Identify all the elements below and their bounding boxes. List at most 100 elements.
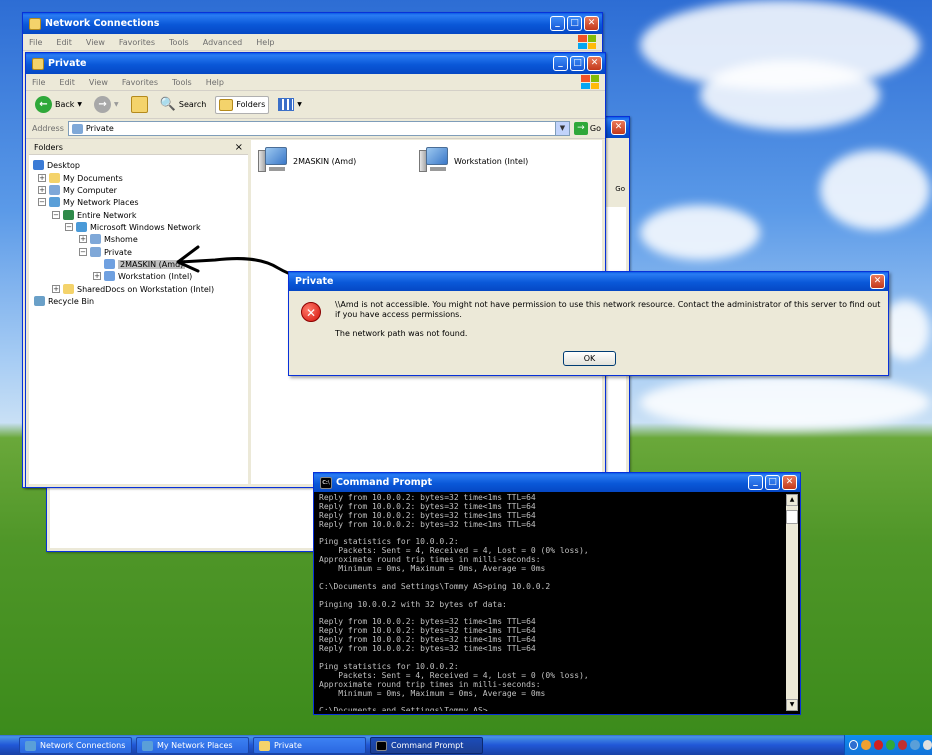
- search-button[interactable]: 🔍 Search: [157, 95, 210, 114]
- taskbar-button[interactable]: Private: [253, 737, 366, 754]
- views-button[interactable]: ▼: [275, 96, 305, 113]
- tray-volume-icon[interactable]: [861, 740, 871, 750]
- tray-misc-icon[interactable]: [922, 740, 932, 750]
- folders-button[interactable]: Folders: [215, 95, 270, 114]
- chevron-down-icon[interactable]: ▼: [297, 101, 302, 108]
- address-input[interactable]: Private ▼: [67, 121, 570, 136]
- expand-icon[interactable]: +: [52, 285, 60, 293]
- scroll-thumb[interactable]: [786, 510, 798, 524]
- network-computer-item[interactable]: 2MASKIN (Amd): [257, 146, 356, 176]
- expand-icon[interactable]: +: [79, 235, 87, 243]
- close-button[interactable]: ✕: [584, 16, 599, 31]
- console-line: Pinging 10.0.0.2 with 32 bytes of data:: [319, 599, 507, 609]
- error-icon: ✕: [301, 302, 321, 322]
- tray-security-icon[interactable]: [873, 740, 883, 750]
- close-button[interactable]: ✕: [870, 274, 885, 289]
- minimize-button[interactable]: _: [748, 475, 763, 490]
- go-label: Go: [589, 124, 601, 133]
- chevron-down-icon[interactable]: ▼: [114, 101, 119, 108]
- tree-node[interactable]: 2MASKIN (Amd): [93, 259, 186, 269]
- tree-node[interactable]: Recycle Bin: [34, 296, 94, 306]
- go-label[interactable]: Go: [615, 185, 625, 193]
- close-button[interactable]: ✕: [782, 475, 797, 490]
- command-prompt-icon: [376, 740, 387, 751]
- tree-node-label: Entire Network: [77, 210, 137, 220]
- menu-view[interactable]: View: [86, 38, 105, 47]
- menu-advanced[interactable]: Advanced: [203, 38, 243, 47]
- tree-node[interactable]: Desktop: [33, 160, 80, 170]
- collapse-icon[interactable]: −: [65, 223, 73, 231]
- network-computer-item[interactable]: Workstation (Intel): [418, 146, 528, 176]
- taskbar-label: My Network Places: [157, 741, 233, 750]
- network-places-icon: [49, 197, 60, 207]
- minimize-button[interactable]: _: [550, 16, 565, 31]
- error-dialog: Private ✕ ✕ \\Amd is not accessible. You…: [288, 271, 889, 376]
- scroll-down-icon[interactable]: ▼: [786, 699, 798, 711]
- go-button[interactable]: → Go: [573, 122, 601, 135]
- console-line: C:\Documents and Settings\Tommy AS>ping …: [319, 581, 551, 591]
- taskbar-label: Command Prompt: [391, 741, 464, 750]
- close-button[interactable]: ✕: [587, 56, 602, 71]
- tree-node-label: Private: [104, 247, 132, 257]
- tray-connection-icon[interactable]: [885, 740, 896, 750]
- tree-node[interactable]: − Private: [79, 247, 132, 257]
- maximize-button[interactable]: □: [567, 16, 582, 31]
- titlebar[interactable]: Private _ □ ✕: [26, 53, 605, 74]
- search-label: Search: [178, 100, 207, 109]
- taskbar-button[interactable]: My Network Places: [136, 737, 249, 754]
- tray-network-icon[interactable]: [849, 740, 859, 750]
- ok-button[interactable]: OK: [563, 351, 616, 366]
- tree-node[interactable]: − Microsoft Windows Network: [65, 222, 201, 232]
- address-label: Address: [32, 124, 64, 133]
- command-prompt-icon: C:\: [320, 476, 332, 489]
- console-line: Minimum = 0ms, Maximum = 0ms, Average = …: [319, 688, 546, 698]
- network-places-icon: [142, 740, 153, 751]
- close-button[interactable]: ✕: [611, 120, 626, 135]
- chevron-down-icon[interactable]: ▼: [77, 101, 82, 108]
- close-icon[interactable]: ×: [235, 142, 243, 153]
- console-output[interactable]: Reply from 10.0.0.2: bytes=32 time<1ms T…: [317, 494, 786, 711]
- up-button[interactable]: [128, 94, 151, 115]
- minimize-button[interactable]: _: [553, 56, 568, 71]
- chevron-down-icon[interactable]: ▼: [554, 122, 569, 135]
- menu-file[interactable]: File: [29, 38, 42, 47]
- scrollbar[interactable]: ▲ ▼: [786, 494, 798, 711]
- titlebar[interactable]: Private ✕: [289, 272, 888, 291]
- command-prompt-window: C:\ Command Prompt _ □ ✕ Reply from 10.0…: [313, 472, 801, 715]
- tray-alert-icon[interactable]: [898, 740, 908, 750]
- back-label: Back: [55, 100, 75, 109]
- menu-file[interactable]: File: [32, 78, 45, 87]
- titlebar[interactable]: Network Connections _ □ ✕: [23, 13, 602, 34]
- maximize-button[interactable]: □: [765, 475, 780, 490]
- taskbar-button[interactable]: Network Connections: [19, 737, 132, 754]
- collapse-icon[interactable]: −: [79, 248, 87, 256]
- taskbar-button[interactable]: Command Prompt: [370, 737, 483, 754]
- forward-button[interactable]: → ▼: [91, 94, 122, 115]
- tree-node[interactable]: + My Computer: [38, 185, 117, 195]
- menu-tools[interactable]: Tools: [172, 78, 192, 87]
- menu-help[interactable]: Help: [256, 38, 274, 47]
- tree-node[interactable]: + SharedDocs on Workstation (Intel): [52, 284, 214, 294]
- expand-icon[interactable]: +: [93, 272, 101, 280]
- tree-node[interactable]: − Entire Network: [52, 210, 136, 220]
- menu-edit[interactable]: Edit: [59, 78, 75, 87]
- menu-view[interactable]: View: [89, 78, 108, 87]
- titlebar[interactable]: C:\ Command Prompt _ □ ✕: [314, 473, 800, 492]
- collapse-icon[interactable]: −: [38, 198, 46, 206]
- tree-node[interactable]: + Mshome: [79, 234, 138, 244]
- menu-edit[interactable]: Edit: [56, 38, 72, 47]
- menu-favorites[interactable]: Favorites: [119, 38, 155, 47]
- tree-node[interactable]: + My Documents: [38, 173, 123, 183]
- expand-icon[interactable]: +: [38, 186, 46, 194]
- maximize-button[interactable]: □: [570, 56, 585, 71]
- expand-icon[interactable]: +: [38, 174, 46, 182]
- tray-monitor-icon[interactable]: [910, 740, 920, 750]
- collapse-icon[interactable]: −: [52, 211, 60, 219]
- menu-favorites[interactable]: Favorites: [122, 78, 158, 87]
- scroll-up-icon[interactable]: ▲: [786, 494, 798, 506]
- menu-tools[interactable]: Tools: [169, 38, 189, 47]
- menu-help[interactable]: Help: [206, 78, 224, 87]
- back-button[interactable]: ← Back ▼: [32, 94, 85, 115]
- tree-node[interactable]: − My Network Places: [38, 197, 139, 207]
- tree-node[interactable]: + Workstation (Intel): [93, 271, 192, 281]
